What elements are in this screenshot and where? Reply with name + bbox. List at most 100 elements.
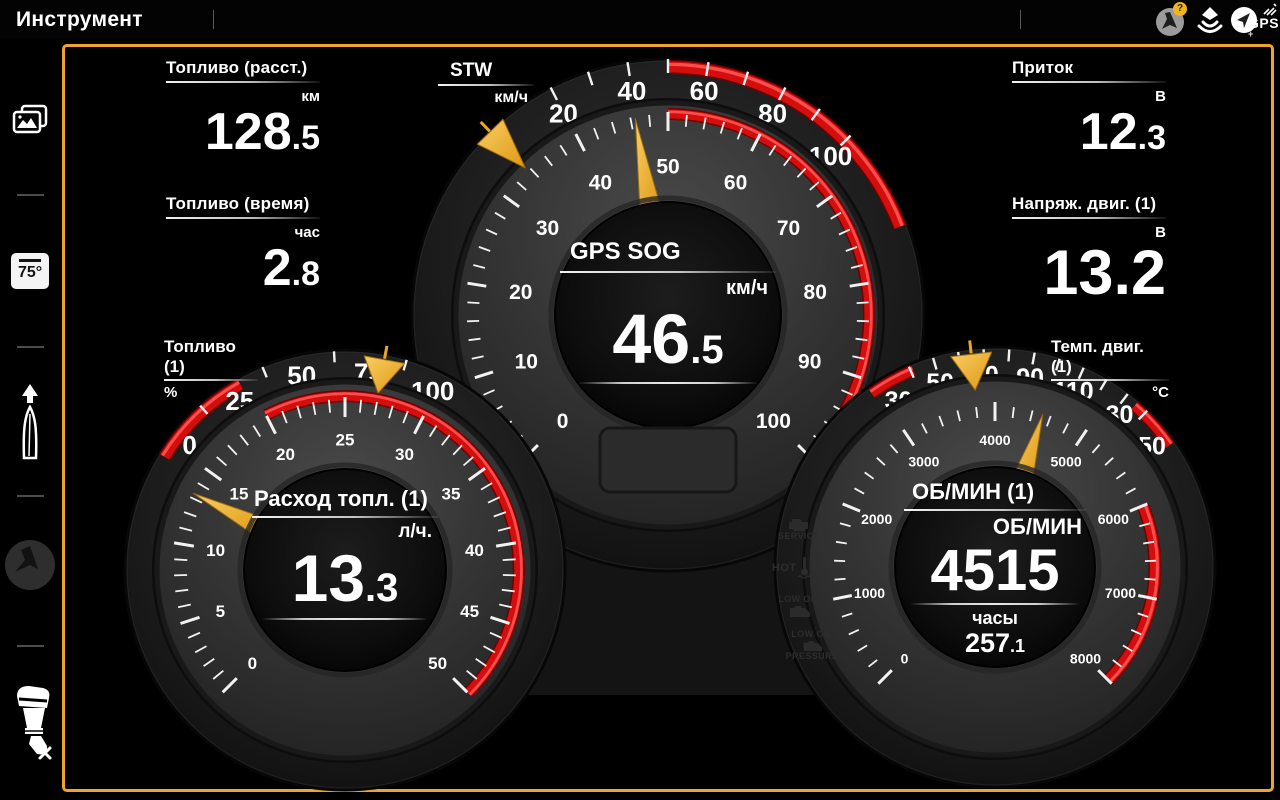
inner-scale-label: 20: [509, 281, 532, 304]
inner-scale-label: 10: [515, 351, 538, 374]
page-title: Инструмент: [16, 8, 143, 32]
boat-position-button[interactable]: [0, 384, 60, 462]
gps-plus-label: +: [1248, 29, 1253, 39]
engine-hours-decimal: .1: [1010, 636, 1025, 656]
engine-button[interactable]: [0, 682, 60, 766]
service-warning-label: SERVICE: [772, 531, 826, 541]
stw-scale-title: STW км/ч: [438, 60, 534, 107]
underline: [166, 217, 320, 219]
sidebar-divider: [17, 194, 44, 196]
fuel-rate-value-decimal: .3: [365, 566, 398, 610]
inner-scale-label: 4000: [979, 432, 1010, 448]
inner-scale-label: 10: [206, 541, 225, 560]
temperature-box: 75°: [11, 253, 49, 289]
rpm-hub-readout: ОБ/МИН (1) ОБ/МИН 4515 часы 257.1: [904, 479, 1086, 657]
topbar-divider: [1020, 10, 1021, 29]
readout-value: 128.5: [166, 108, 320, 157]
readout-value: 12.3: [1012, 108, 1166, 157]
sidebar-divider: [17, 645, 44, 647]
inner-scale-label: 2000: [861, 511, 892, 527]
readout-unit: час: [166, 224, 320, 241]
hot-warning-label: HOT: [772, 562, 796, 574]
sonar-icon[interactable]: [1193, 3, 1227, 37]
underline: [1012, 217, 1166, 219]
help-badge: ?: [1173, 2, 1187, 16]
inner-scale-label: 1000: [854, 585, 885, 601]
value-main: 128: [205, 103, 292, 161]
tick-mark: [649, 115, 650, 127]
rpm-title: ОБ/МИН (1): [904, 479, 1086, 505]
underline: [904, 509, 1086, 511]
inner-scale-label: 0: [248, 654, 257, 673]
fuel-rate-value: 13.3: [252, 547, 438, 610]
inner-scale-label: 6000: [1098, 511, 1129, 527]
inner-scale-label: 20: [276, 445, 295, 464]
underline: [252, 516, 438, 518]
satellite-icon: [1262, 2, 1278, 16]
engine-warning-icon: [786, 517, 812, 531]
outer-needle-tail: [970, 340, 971, 353]
system-status-icon[interactable]: ?: [1154, 3, 1188, 37]
underline: [910, 603, 1080, 605]
sog-title: GPS SOG: [560, 238, 776, 266]
underline: [166, 81, 320, 83]
tick-mark: [686, 115, 687, 127]
stw-unit: км/ч: [438, 89, 534, 107]
temp-scale-title: Темп. двиг. (1) °C: [1051, 337, 1169, 401]
tick-mark: [835, 579, 846, 580]
inner-scale-label: 100: [756, 410, 791, 433]
engine-hours-main: 257: [965, 628, 1010, 658]
sidebar: 75°: [0, 38, 60, 800]
underline: [1012, 81, 1166, 83]
sidebar-divider: [17, 495, 44, 497]
tick-mark: [329, 400, 330, 413]
readout-label: Напряж. двиг. (1): [1012, 194, 1166, 214]
engine-voltage-readout: Напряж. двиг. (1) В 13.2: [1012, 194, 1166, 304]
value-decimal: .5: [292, 119, 320, 157]
temperature-widget[interactable]: 75°: [0, 253, 60, 289]
fuel-label: Топливо (1): [164, 337, 258, 377]
inner-scale-label: 5000: [1051, 454, 1082, 470]
inner-scale-label: 3000: [908, 454, 939, 470]
hot-warning: HOT: [772, 556, 810, 580]
underline: [438, 84, 534, 86]
gauge-stem-tab: [600, 428, 736, 492]
tick-mark: [360, 400, 361, 413]
fuel-unit: %: [164, 384, 258, 401]
fuel-rate-unit: л/ч.: [252, 521, 438, 543]
inner-scale-label: 0: [557, 410, 569, 433]
engine-hours-value: 257.1: [904, 630, 1086, 657]
inner-scale-label: 60: [724, 172, 747, 195]
sog-unit: км/ч: [560, 277, 776, 300]
tick-mark: [1145, 579, 1156, 580]
chart-orientation-button[interactable]: [0, 538, 60, 592]
inner-scale-label: 70: [777, 217, 800, 240]
low-oil-pressure-warning: LOW OIL PRESSURE: [782, 629, 842, 661]
tick-mark: [174, 559, 187, 560]
sog-value-main: 46: [612, 300, 690, 378]
temp-label: Темп. двиг. (1): [1051, 337, 1169, 377]
inner-scale-label: 40: [465, 541, 484, 560]
fuel-rate-title: Расход топл. (1): [252, 486, 438, 512]
inner-scale-label: 45: [460, 602, 479, 621]
low-oil-pressure-label-bottom: PRESSURE: [782, 651, 842, 661]
engine-hours-label: часы: [904, 608, 1086, 629]
inner-scale-label: 50: [428, 654, 447, 673]
low-oil-warning-label: LOW OIL: [772, 594, 826, 604]
inner-scale-label: 5: [216, 602, 225, 621]
low-oil-warning: LOW OIL: [772, 594, 826, 617]
compass-rose-icon: [3, 538, 57, 592]
value-decimal: .8: [292, 255, 320, 293]
value-main: 12: [1080, 103, 1138, 161]
outboard-motor-icon: [7, 682, 53, 766]
sidebar-divider: [17, 346, 44, 348]
tick-mark: [1009, 350, 1010, 362]
low-oil-pressure-label-top: LOW OIL: [782, 629, 842, 639]
images-icon: [8, 102, 52, 142]
readout-value: 2.8: [166, 244, 320, 293]
underline: [1051, 379, 1169, 381]
gps-status-icon[interactable]: GPS +: [1248, 2, 1280, 36]
stw-label: STW: [438, 60, 534, 82]
readout-value: 13.2: [1012, 244, 1166, 304]
screenshot-button[interactable]: [0, 102, 60, 142]
